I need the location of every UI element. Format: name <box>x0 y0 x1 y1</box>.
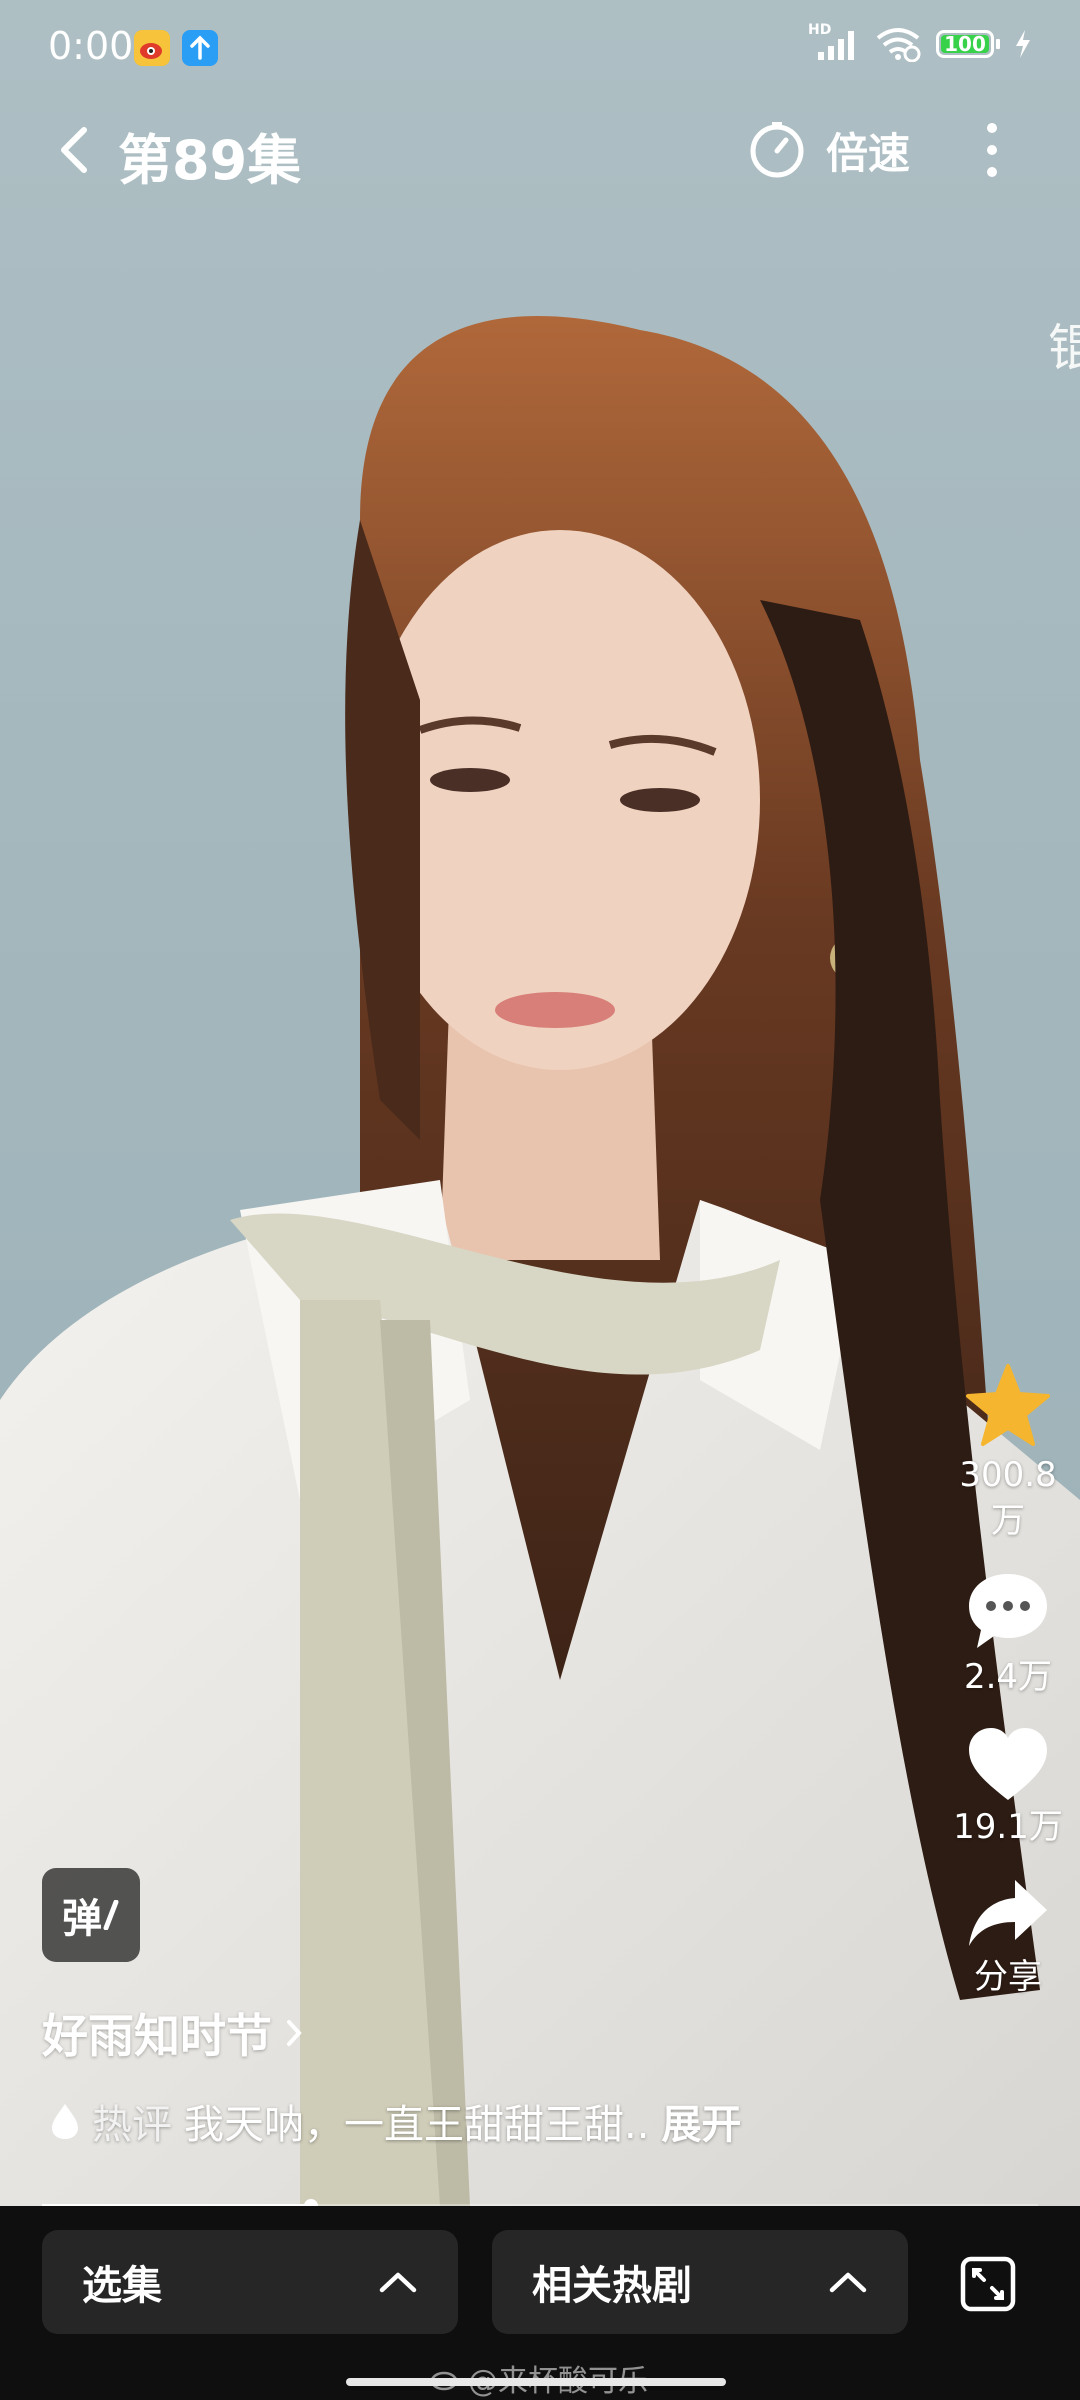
hot-comment[interactable]: 热评 我天呐，一直王甜甜王甜.. 展开 <box>50 2092 741 2150</box>
weibo-app-icon <box>134 30 170 66</box>
signal-icon: HD <box>808 22 860 62</box>
action-sidebar: 300.8万 2.4万 19.1万 分享 <box>950 1360 1066 2024</box>
bottom-bar: 选集 相关热剧 @来杯酸可乐 <box>0 2206 1080 2400</box>
upload-app-icon <box>182 30 218 66</box>
share-arrow-icon <box>969 1880 1047 1946</box>
top-bar: 第89集 倍速 <box>0 110 1080 192</box>
edge-overlay-text: 锟 <box>1048 319 1080 377</box>
status-indicators: HD 100 <box>808 22 1032 62</box>
chevron-right-icon <box>287 2020 302 2046</box>
star-icon <box>966 1364 1050 1446</box>
like-button[interactable]: 19.1万 <box>950 1724 1066 1850</box>
series-title-link[interactable]: 好雨知时节 <box>42 2000 304 2066</box>
heart-icon <box>969 1728 1047 1800</box>
danmu-label: 弹 <box>62 1896 102 1942</box>
danmu-toggle-button[interactable]: 弹 <box>42 1868 140 1962</box>
hot-comment-label: 热评 <box>92 2102 172 2148</box>
video-frame-illustration <box>0 316 1080 2206</box>
comment-button[interactable]: 2.4万 <box>950 1568 1066 1700</box>
share-label: 分享 <box>974 1957 1042 1997</box>
fullscreen-icon[interactable] <box>960 2256 1016 2312</box>
share-button[interactable]: 分享 <box>950 1874 1066 2000</box>
episode-title: 第89集 <box>118 129 302 192</box>
playback-speed-button[interactable]: 倍速 <box>748 120 910 181</box>
comment-count: 2.4万 <box>963 1657 1053 1697</box>
battery-level: 100 <box>944 32 986 56</box>
chevron-up-icon <box>829 2272 867 2293</box>
series-name: 好雨知时节 <box>42 2009 272 2063</box>
episodes-label: 选集 <box>82 2263 162 2309</box>
related-dramas-button[interactable]: 相关热剧 <box>492 2230 908 2334</box>
favorite-count: 300.8万 <box>959 1455 1057 1541</box>
more-options-icon[interactable] <box>980 120 1004 180</box>
hot-comment-text: 我天呐，一直王甜甜王甜.. <box>184 2102 650 2148</box>
home-indicator[interactable] <box>346 2378 726 2386</box>
chevron-up-icon <box>379 2272 417 2293</box>
pencil-icon <box>103 1900 119 1930</box>
status-time: 0:00 <box>48 24 134 68</box>
video-player[interactable] <box>0 0 1080 2206</box>
speedometer-icon <box>750 121 804 177</box>
status-bar: 0:00 HD 100 <box>0 0 1080 100</box>
back-arrow-icon[interactable] <box>50 124 102 176</box>
charging-icon <box>1016 30 1030 58</box>
speed-label: 倍速 <box>826 129 911 178</box>
episodes-button[interactable]: 选集 <box>42 2230 458 2334</box>
expand-link[interactable]: 展开 <box>661 2092 741 2150</box>
comment-bubble-icon <box>969 1574 1047 1648</box>
related-label: 相关热剧 <box>532 2263 692 2309</box>
like-count: 19.1万 <box>953 1807 1063 1847</box>
flame-drop-icon <box>52 2104 78 2139</box>
favorite-button[interactable]: 300.8万 <box>950 1360 1066 1544</box>
battery-indicator: 100 <box>936 30 1000 58</box>
wifi-icon <box>876 28 921 62</box>
